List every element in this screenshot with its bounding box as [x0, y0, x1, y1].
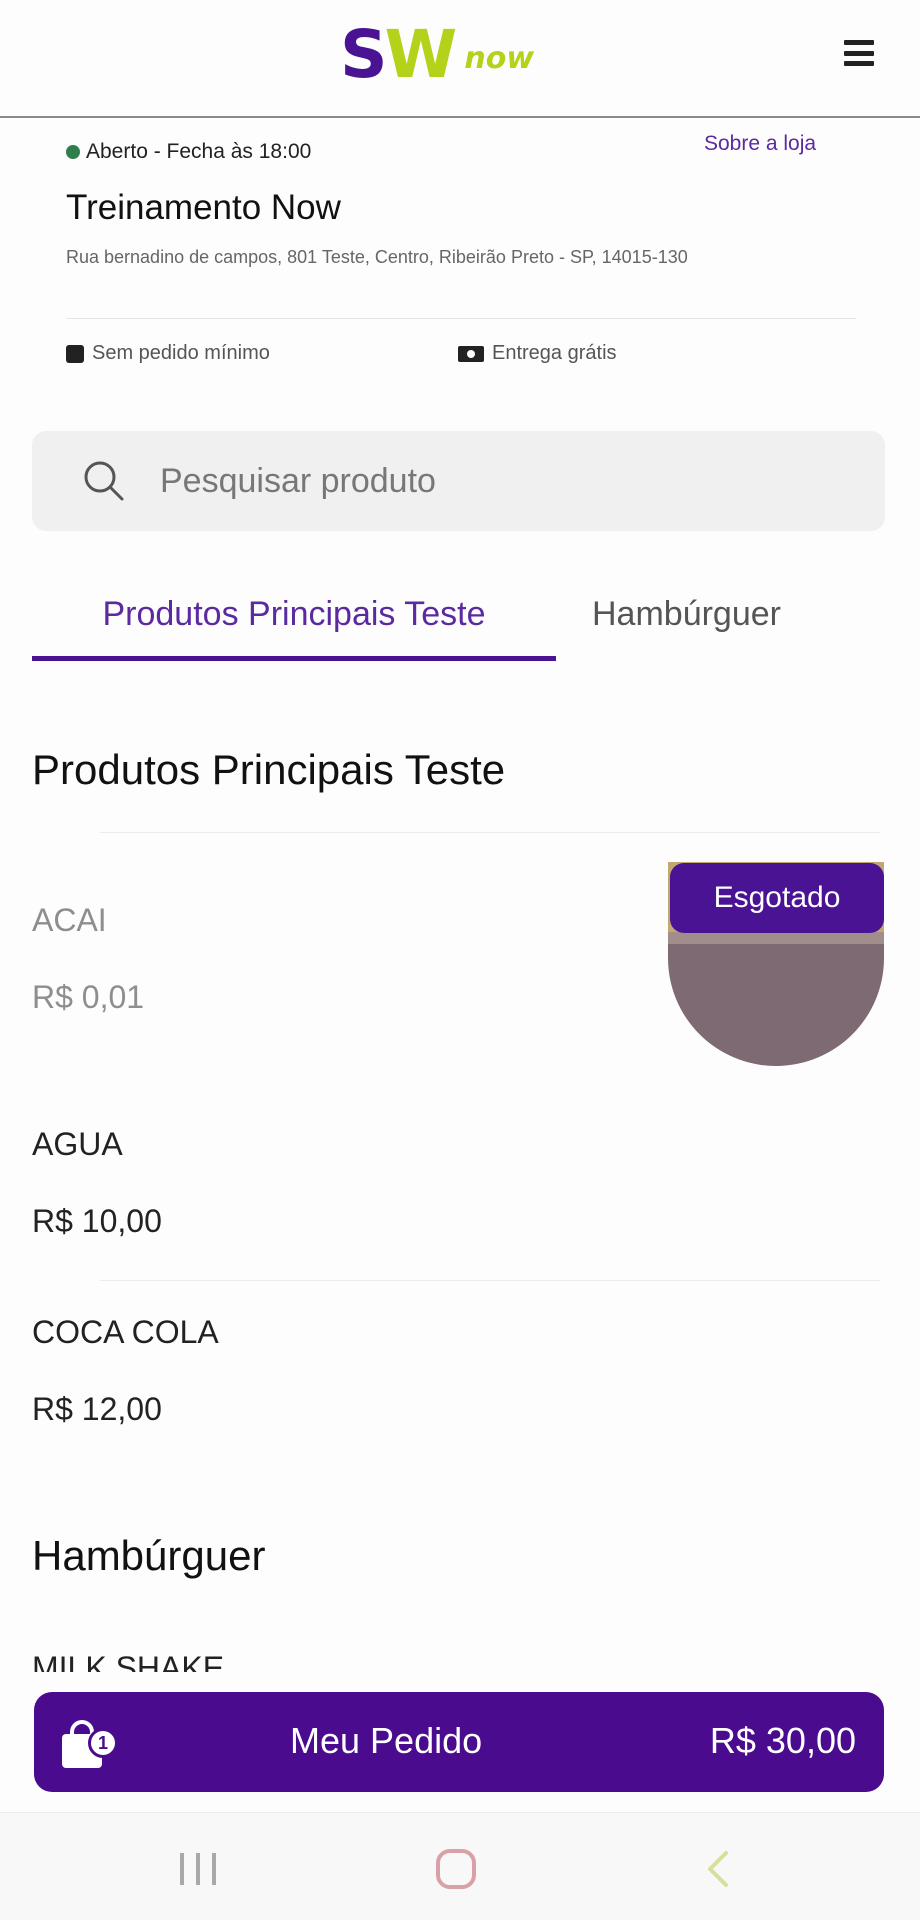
shopping-bag-icon: 1: [62, 1720, 118, 1768]
product-name: MILK SHAKE: [32, 1652, 225, 1672]
open-status-dot-icon: [66, 145, 80, 159]
cart-count-badge: 1: [88, 1728, 118, 1758]
store-status-text: Aberto - Fecha às 18:00: [86, 140, 312, 163]
product-price: R$ 10,00: [32, 1203, 162, 1239]
order-total: R$ 30,00: [709, 1720, 856, 1761]
logo-letter-s: S: [340, 16, 388, 93]
section-title: Produtos Principais Teste: [32, 746, 506, 793]
store-address: Rua bernadino de campos, 801 Teste, Cent…: [66, 247, 688, 267]
home-icon[interactable]: [436, 1849, 476, 1889]
product-name: AGUA: [32, 1126, 123, 1162]
product-name: COCA COLA: [32, 1314, 219, 1350]
sw-now-logo[interactable]: S W now: [340, 22, 534, 88]
min-order-text: Sem pedido mínimo: [92, 342, 270, 364]
hamburger-menu-icon[interactable]: [844, 40, 874, 66]
tab-hamburguer[interactable]: Hambúrguer: [592, 585, 781, 665]
recent-apps-icon[interactable]: [180, 1853, 216, 1885]
category-tabs: Produtos Principais Teste Hambúrguer: [32, 585, 920, 665]
tab-produtos-principais[interactable]: Produtos Principais Teste: [32, 585, 556, 665]
store-divider: [66, 318, 856, 319]
store-name: Treinamento Now: [66, 188, 341, 227]
cash-icon: [458, 345, 484, 362]
logo-now-text: now: [464, 41, 535, 76]
back-icon[interactable]: [702, 1849, 732, 1889]
product-item-coca-cola[interactable]: COCA COLA R$ 12,00: [32, 1314, 885, 1428]
min-order-info: Sem pedido mínimo: [66, 342, 270, 365]
divider: [100, 1280, 880, 1281]
search-bar[interactable]: [32, 431, 885, 531]
store-status: Aberto - Fecha às 18:00: [66, 140, 311, 164]
system-nav-bar: [0, 1812, 920, 1920]
about-store-link[interactable]: Sobre a loja: [704, 132, 816, 156]
search-input[interactable]: [160, 461, 860, 501]
search-icon: [82, 459, 126, 503]
product-item-milk-shake[interactable]: MILK SHAKE: [32, 1652, 885, 1672]
logo-letter-w: W: [384, 16, 458, 93]
divider: [100, 832, 880, 833]
my-order-label: Meu Pedido: [290, 1720, 483, 1761]
section-title: Hambúrguer: [32, 1532, 266, 1579]
my-order-button[interactable]: 1 Meu Pedido R$ 30,00: [34, 1692, 884, 1792]
app-header: S W now: [0, 0, 920, 118]
sold-out-badge: Esgotado: [670, 863, 884, 933]
delivery-text: Entrega grátis: [492, 342, 617, 364]
shopping-bag-icon: [66, 344, 84, 363]
delivery-info: Entrega grátis: [458, 342, 617, 365]
product-item-agua[interactable]: AGUA R$ 10,00: [32, 1126, 885, 1240]
product-price: R$ 12,00: [32, 1391, 162, 1427]
